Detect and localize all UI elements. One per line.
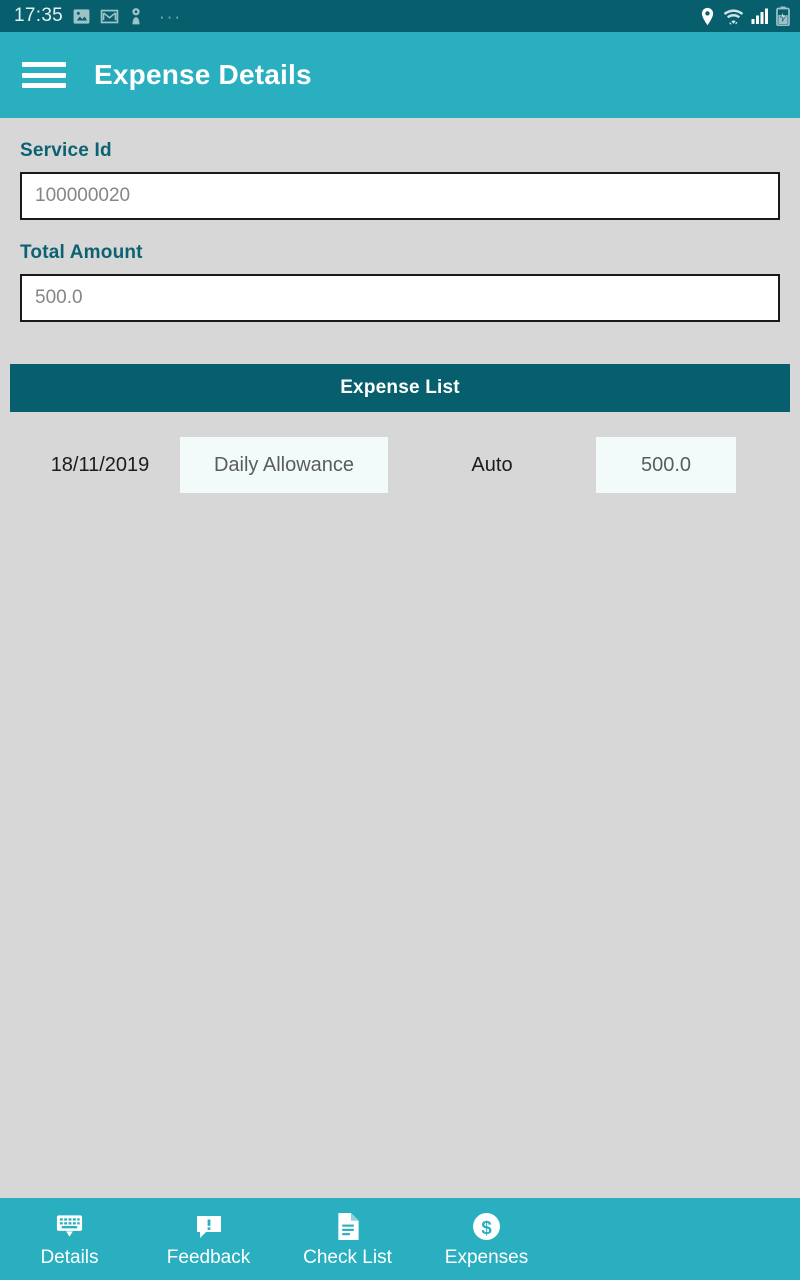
image-notification-icon (72, 7, 91, 26)
table-row[interactable]: 18/11/2019 Daily Allowance Auto 500.0 (20, 437, 780, 493)
hamburger-menu-icon[interactable] (22, 58, 66, 92)
gmail-notification-icon (100, 7, 119, 26)
app-bar: Expense Details (0, 32, 800, 118)
expense-table: 18/11/2019 Daily Allowance Auto 500.0 (20, 437, 780, 493)
feedback-bubble-icon (195, 1212, 223, 1242)
document-icon (335, 1212, 361, 1242)
nav-item-check-list[interactable]: Check List (278, 1198, 417, 1280)
nav-item-expenses[interactable]: $ Expenses (417, 1198, 556, 1280)
expense-mode: Auto (471, 453, 513, 476)
expense-date: 18/11/2019 (50, 453, 150, 476)
nav-item-details[interactable]: Details (0, 1198, 139, 1280)
expense-type: Daily Allowance (180, 437, 388, 493)
battery-charging-icon (776, 6, 790, 26)
status-bar: 17:35 ··· (0, 0, 800, 32)
dollar-circle-icon: $ (472, 1212, 501, 1242)
status-clock: 17:35 (14, 5, 64, 26)
status-bar-left: 17:35 ··· (14, 5, 182, 27)
hamburger-bar-3 (22, 83, 66, 88)
service-id-label: Service Id (20, 140, 112, 161)
status-overflow-dots: ··· (159, 6, 183, 26)
expense-list-header: Expense List (10, 364, 790, 412)
status-bar-right (699, 6, 790, 26)
total-amount-label: Total Amount (20, 242, 143, 263)
main-content: Service Id Total Amount Expense List 18/… (0, 118, 800, 1198)
keyboard-icon (55, 1212, 84, 1242)
hamburger-bar-2 (22, 72, 66, 78)
nav-label-expenses: Expenses (444, 1246, 529, 1268)
service-id-input[interactable] (20, 172, 780, 220)
hamburger-bar-1 (22, 62, 66, 67)
nav-label-details: Details (40, 1246, 99, 1268)
app-notification-icon (128, 7, 144, 26)
nav-label-feedback: Feedback (166, 1246, 251, 1268)
wifi-icon (723, 7, 744, 26)
total-amount-input[interactable] (20, 274, 780, 322)
page-title: Expense Details (94, 59, 312, 90)
expense-amount: 500.0 (596, 437, 736, 493)
cellular-signal-icon (751, 7, 769, 25)
svg-text:$: $ (481, 1217, 492, 1238)
location-pin-icon (699, 7, 716, 26)
nav-item-feedback[interactable]: Feedback (139, 1198, 278, 1280)
bottom-navigation-bar: Details Feedback Check List $ Expenses (0, 1198, 800, 1280)
nav-label-check-list: Check List (303, 1246, 392, 1268)
